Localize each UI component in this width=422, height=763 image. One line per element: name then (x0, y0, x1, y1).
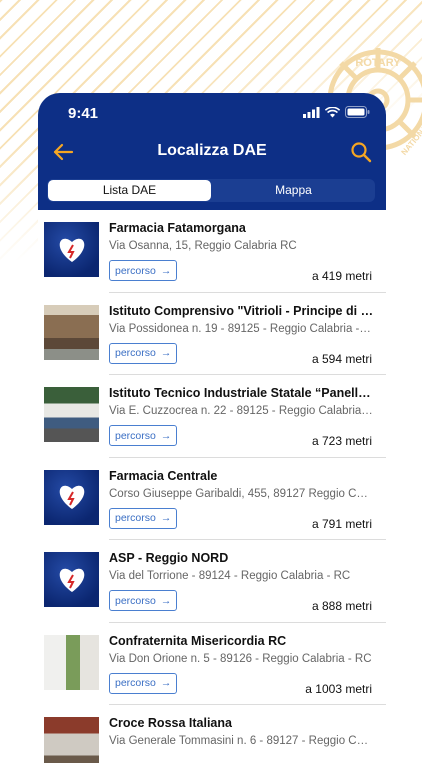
button-label: percorso (115, 512, 156, 524)
app-header: 9:41 Localizza DAE Lista DAE Mappa (38, 93, 386, 210)
page-title: Localizza DAE (157, 142, 267, 159)
tab-lista-dae[interactable]: Lista DAE (48, 180, 211, 201)
battery-icon (345, 106, 370, 118)
item-address: Via E. Cuzzocrea n. 22 - 89125 - Reggio … (109, 405, 373, 417)
item-address: Via Generale Tommasini n. 6 - 89127 - Re… (109, 735, 373, 747)
list-item[interactable]: Istituto Tecnico Industriale Statale “Pa… (38, 375, 386, 458)
arrow-right-icon: → (160, 512, 172, 524)
arrow-right-icon: → (160, 594, 172, 607)
percorso-button[interactable]: percorso → (109, 672, 178, 694)
item-address: Corso Giuseppe Garibaldi, 455, 89127 Reg… (109, 487, 373, 500)
button-label: percorso (115, 347, 156, 359)
button-label: percorso (115, 677, 156, 689)
percorso-button[interactable]: percorso → (109, 342, 178, 364)
item-name: ASP - Reggio NORD (109, 551, 229, 565)
button-label: percorso (115, 594, 156, 607)
arrow-right-icon: → (160, 347, 172, 359)
item-distance: a 723 metri (311, 434, 372, 448)
arrow-right-icon: → (160, 264, 172, 277)
button-label: percorso (115, 429, 156, 442)
list-item[interactable]: ASP - Reggio NORD Via del Torrione - 891… (38, 540, 386, 623)
percorso-button[interactable]: percorso → (109, 590, 178, 611)
item-address: Via Don Orione n. 5 - 89126 - Reggio Cal… (109, 652, 372, 665)
button-label: percorso (115, 264, 156, 277)
status-icons (303, 106, 370, 118)
percorso-button[interactable]: percorso → (109, 260, 178, 281)
wifi-icon (325, 106, 340, 117)
list-item[interactable]: Croce Rossa Italiana Via Generale Tommas… (38, 705, 386, 763)
item-distance: a 888 metri (311, 599, 372, 613)
item-name: Confraternita Misericordia RC (109, 633, 287, 648)
building-photo (44, 387, 99, 442)
search-icon[interactable] (350, 141, 372, 163)
building-photo (44, 717, 99, 763)
item-name: Farmacia Fatamorgana (109, 221, 246, 235)
item-name: Farmacia Centrale (109, 468, 218, 483)
percorso-button[interactable]: percorso → (109, 425, 178, 446)
list-item[interactable]: Farmacia Fatamorgana Via Osanna, 15, Reg… (38, 210, 386, 293)
item-distance: a 419 metri (311, 269, 372, 283)
arrow-right-icon: → (160, 677, 172, 689)
building-photo (44, 634, 99, 690)
list-item[interactable]: Farmacia Centrale Corso Giuseppe Garibal… (38, 458, 386, 540)
dae-heart-image (44, 469, 99, 525)
percorso-button[interactable]: percorso → (109, 507, 178, 529)
dae-heart-image (44, 222, 99, 277)
item-distance: a 1003 metri (305, 681, 372, 696)
dae-list: Farmacia Fatamorgana Via Osanna, 15, Reg… (38, 210, 386, 763)
segmented-control: Lista DAE Mappa (47, 179, 375, 202)
svg-text:ROTARY: ROTARY (355, 57, 401, 69)
arrow-right-icon: → (160, 429, 172, 442)
item-address: Via Osanna, 15, Reggio Calabria RC (109, 240, 297, 252)
dae-heart-image (44, 552, 99, 607)
building-photo (44, 304, 99, 360)
status-time: 9:41 (68, 105, 99, 122)
item-name: Istituto Tecnico Industriale Statale “Pa… (109, 386, 375, 400)
list-item[interactable]: Istituto Comprensivo "Vitrioli - Princip… (38, 293, 386, 375)
item-address: Via Possidonea n. 19 - 89125 - Reggio Ca… (109, 322, 373, 335)
phone-screen: 9:41 Localizza DAE Lista DAE Mappa Farma… (38, 93, 386, 763)
item-address: Via del Torrione - 89124 - Reggio Calabr… (109, 570, 351, 582)
item-distance: a 594 metri (311, 351, 372, 366)
item-distance: a 791 metri (311, 516, 372, 531)
signal-icon (303, 106, 320, 118)
list-item[interactable]: Confraternita Misericordia RC Via Don Or… (38, 623, 386, 705)
item-name: Istituto Comprensivo "Vitrioli - Princip… (109, 303, 375, 318)
tab-mappa[interactable]: Mappa (212, 179, 375, 202)
item-name: Croce Rossa Italiana (109, 716, 232, 730)
